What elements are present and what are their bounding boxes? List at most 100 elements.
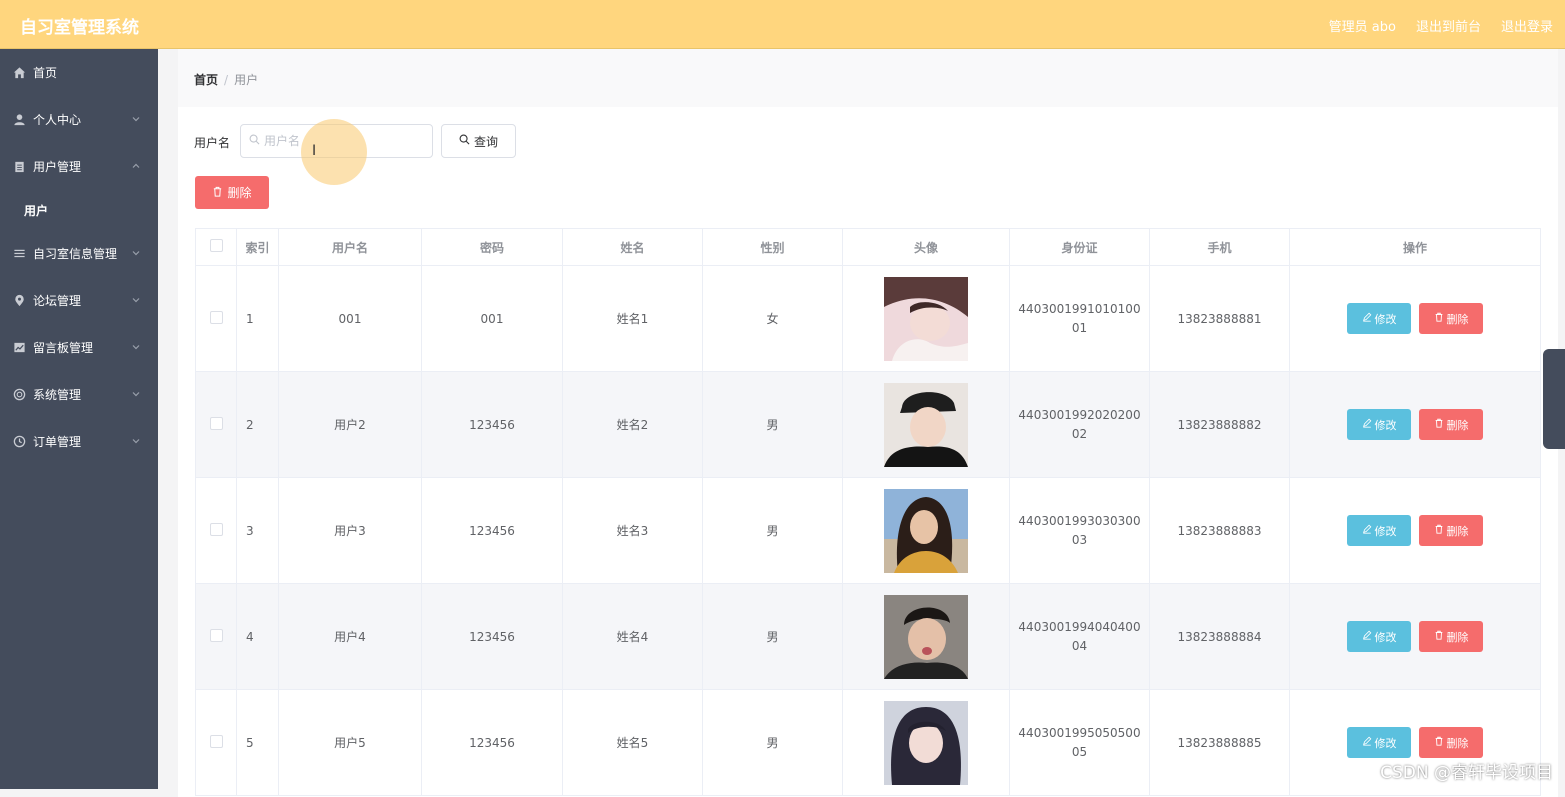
table-row: 4 用户4 123456 姓名4 男 440300199404040004 13…	[195, 583, 1541, 690]
sidebar-item-study-room-info[interactable]: 自习室信息管理	[0, 230, 158, 277]
row-checkbox[interactable]	[209, 628, 223, 642]
column-header: 性别	[702, 228, 843, 266]
cell-index: 2	[236, 371, 279, 478]
delete-button-label: 删除	[1446, 524, 1469, 538]
row-checkbox[interactable]	[209, 522, 223, 536]
cell-name: 姓名4	[562, 583, 703, 690]
avatar	[884, 700, 968, 785]
users-table: 索引 用户名 密码 姓名 性别 头像 身份证 手机 操作 1 001 001 姓…	[195, 228, 1541, 796]
sidebar-item-label: 首页	[33, 66, 58, 80]
sidebar: 首页 个人中心 用户管理 用户 自习室信息管理 论坛管理 留言板管理 系统管理 …	[0, 49, 158, 789]
breadcrumb-bar: 首页 / 用户	[178, 49, 1558, 107]
sidebar-item-users[interactable]: 用户	[0, 190, 158, 230]
cell-password: 123456	[421, 477, 563, 584]
sidebar-item-label: 用户	[24, 203, 49, 218]
avatar	[884, 276, 968, 361]
cell-gender: 女	[702, 265, 843, 372]
search-field[interactable]	[240, 124, 433, 158]
table-row: 3 用户3 123456 姓名3 男 440300199303030003 13…	[195, 477, 1541, 584]
cell-gender: 男	[702, 371, 843, 478]
row-checkbox[interactable]	[209, 310, 223, 324]
cell-name: 姓名1	[562, 265, 703, 372]
cell-index: 3	[236, 477, 279, 584]
cell-username: 用户4	[278, 583, 422, 690]
cell-id-card: 440300199303030003	[1018, 513, 1141, 547]
trash-icon	[1434, 630, 1444, 643]
chevron-down-icon	[130, 388, 142, 400]
cell-username: 用户5	[278, 689, 422, 796]
edit-button[interactable]: 修改	[1347, 303, 1411, 334]
select-all-checkbox-cell[interactable]	[195, 228, 237, 266]
edit-button[interactable]: 修改	[1347, 621, 1411, 652]
main-content: 首页 / 用户 用户名 查询 删除 I	[158, 49, 1565, 797]
delete-button[interactable]: 删除	[1419, 727, 1483, 758]
select-all-checkbox[interactable]	[209, 239, 223, 252]
column-header: 身份证	[1009, 228, 1150, 266]
row-checkbox[interactable]	[209, 416, 223, 430]
exit-to-front-link[interactable]: 退出到前台	[1416, 16, 1481, 35]
list-icon	[12, 247, 26, 261]
search-icon	[249, 134, 260, 148]
edit-icon	[1362, 524, 1372, 537]
query-button-label: 查询	[473, 134, 498, 149]
breadcrumb: 首页 / 用户	[194, 71, 258, 88]
edit-icon	[1362, 630, 1372, 643]
chevron-down-icon	[130, 247, 142, 259]
cell-password: 123456	[421, 583, 563, 690]
logout-link[interactable]: 退出登录	[1501, 16, 1553, 35]
breadcrumb-home[interactable]: 首页	[194, 73, 218, 87]
table-row: 5 用户5 123456 姓名5 男 440300199505050005 13…	[195, 689, 1541, 796]
admin-label: 管理员 abo	[1328, 20, 1396, 35]
avatar	[884, 382, 968, 467]
sidebar-item-personal-center[interactable]: 个人中心	[0, 96, 158, 143]
chevron-up-icon	[130, 160, 142, 172]
sidebar-item-label: 个人中心	[33, 113, 82, 127]
cell-gender: 男	[702, 689, 843, 796]
cell-password: 123456	[421, 371, 563, 478]
delete-button-label: 删除	[1446, 312, 1469, 326]
delete-button-label: 删除	[1446, 418, 1469, 432]
edit-button[interactable]: 修改	[1347, 409, 1411, 440]
edit-button-label: 修改	[1374, 312, 1397, 326]
cell-phone: 13823888885	[1149, 689, 1290, 796]
user-icon	[12, 113, 26, 127]
trash-icon	[1434, 418, 1444, 431]
cell-id-card: 440300199202020002	[1018, 407, 1141, 441]
sidebar-item-label: 论坛管理	[33, 294, 82, 308]
column-header: 密码	[421, 228, 563, 266]
query-button[interactable]: 查询	[441, 124, 516, 158]
cell-index: 4	[236, 583, 279, 690]
sidebar-item-system[interactable]: 系统管理	[0, 371, 158, 418]
edit-button-label: 修改	[1374, 736, 1397, 750]
delete-button[interactable]: 删除	[1419, 515, 1483, 546]
clock-icon	[12, 435, 26, 449]
batch-delete-button[interactable]: 删除	[195, 176, 269, 209]
sidebar-item-label: 留言板管理	[33, 341, 94, 355]
edit-button[interactable]: 修改	[1347, 727, 1411, 758]
cell-id-card: 440300199505050005	[1018, 725, 1141, 759]
column-header: 手机	[1149, 228, 1290, 266]
sidebar-item-orders[interactable]: 订单管理	[0, 418, 158, 465]
sidebar-item-home[interactable]: 首页	[0, 49, 158, 96]
search-label: 用户名	[194, 136, 231, 150]
chevron-down-icon	[130, 435, 142, 447]
location-icon	[12, 294, 26, 308]
cell-name: 姓名3	[562, 477, 703, 584]
search-input[interactable]	[260, 126, 426, 156]
sidebar-item-message-board[interactable]: 留言板管理	[0, 324, 158, 371]
cell-index: 1	[236, 265, 279, 372]
batch-delete-label: 删除	[227, 186, 252, 200]
delete-button[interactable]: 删除	[1419, 409, 1483, 440]
row-checkbox[interactable]	[209, 734, 223, 748]
cell-username: 001	[278, 265, 422, 372]
side-drawer-tab[interactable]	[1543, 349, 1565, 449]
edit-button[interactable]: 修改	[1347, 515, 1411, 546]
sidebar-item-user-management[interactable]: 用户管理	[0, 143, 158, 190]
delete-button[interactable]: 删除	[1419, 303, 1483, 334]
delete-button[interactable]: 删除	[1419, 621, 1483, 652]
column-header: 头像	[842, 228, 1010, 266]
sidebar-item-forum[interactable]: 论坛管理	[0, 277, 158, 324]
avatar	[884, 594, 968, 679]
sidebar-item-label: 自习室信息管理	[33, 247, 118, 261]
cell-name: 姓名5	[562, 689, 703, 796]
